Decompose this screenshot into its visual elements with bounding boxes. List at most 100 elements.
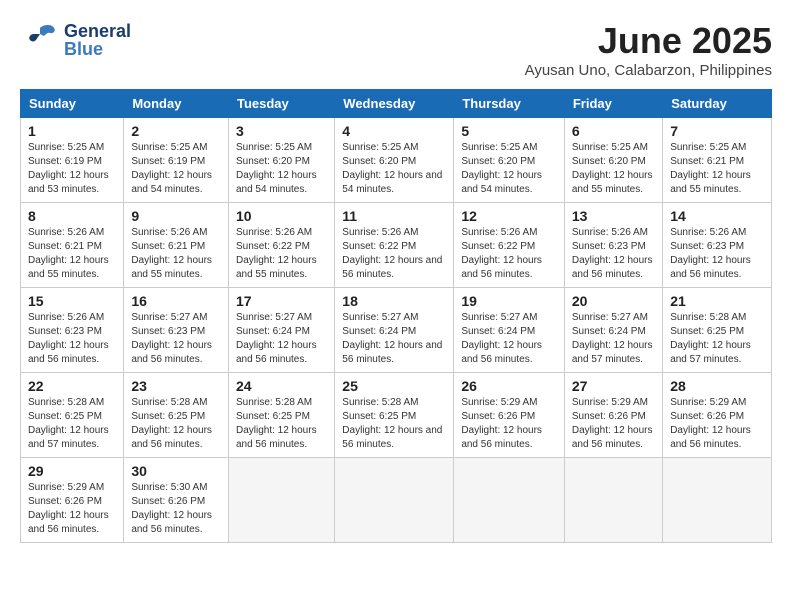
day-info: Sunrise: 5:26 AMSunset: 6:21 PMDaylight:… <box>131 227 212 280</box>
logo-icon <box>20 20 60 60</box>
table-row: 4 Sunrise: 5:25 AMSunset: 6:20 PMDayligh… <box>335 118 454 203</box>
day-info: Sunrise: 5:28 AMSunset: 6:25 PMDaylight:… <box>670 312 751 365</box>
day-number: 3 <box>236 123 327 139</box>
day-number: 27 <box>572 378 655 394</box>
table-row: 23 Sunrise: 5:28 AMSunset: 6:25 PMDaylig… <box>124 373 229 458</box>
month-title: June 2025 <box>525 20 772 62</box>
table-row: 28 Sunrise: 5:29 AMSunset: 6:26 PMDaylig… <box>663 373 772 458</box>
day-number: 30 <box>131 463 221 479</box>
day-info: Sunrise: 5:29 AMSunset: 6:26 PMDaylight:… <box>28 482 109 535</box>
day-number: 8 <box>28 208 116 224</box>
day-info: Sunrise: 5:25 AMSunset: 6:20 PMDaylight:… <box>236 142 317 195</box>
day-info: Sunrise: 5:27 AMSunset: 6:24 PMDaylight:… <box>236 312 317 365</box>
table-row: 7 Sunrise: 5:25 AMSunset: 6:21 PMDayligh… <box>663 118 772 203</box>
day-number: 14 <box>670 208 764 224</box>
day-number: 29 <box>28 463 116 479</box>
day-number: 17 <box>236 293 327 309</box>
day-info: Sunrise: 5:25 AMSunset: 6:21 PMDaylight:… <box>670 142 751 195</box>
table-row: 3 Sunrise: 5:25 AMSunset: 6:20 PMDayligh… <box>228 118 334 203</box>
calendar-week-row: 15 Sunrise: 5:26 AMSunset: 6:23 PMDaylig… <box>21 288 772 373</box>
table-row: 9 Sunrise: 5:26 AMSunset: 6:21 PMDayligh… <box>124 203 229 288</box>
day-info: Sunrise: 5:27 AMSunset: 6:24 PMDaylight:… <box>342 312 442 365</box>
day-number: 13 <box>572 208 655 224</box>
day-number: 7 <box>670 123 764 139</box>
day-number: 6 <box>572 123 655 139</box>
table-row: 18 Sunrise: 5:27 AMSunset: 6:24 PMDaylig… <box>335 288 454 373</box>
day-info: Sunrise: 5:26 AMSunset: 6:21 PMDaylight:… <box>28 227 109 280</box>
table-row: 10 Sunrise: 5:26 AMSunset: 6:22 PMDaylig… <box>228 203 334 288</box>
table-row <box>663 458 772 543</box>
day-number: 28 <box>670 378 764 394</box>
calendar-week-row: 1 Sunrise: 5:25 AMSunset: 6:19 PMDayligh… <box>21 118 772 203</box>
table-row: 25 Sunrise: 5:28 AMSunset: 6:25 PMDaylig… <box>335 373 454 458</box>
day-info: Sunrise: 5:26 AMSunset: 6:22 PMDaylight:… <box>236 227 317 280</box>
day-number: 23 <box>131 378 221 394</box>
table-row: 17 Sunrise: 5:27 AMSunset: 6:24 PMDaylig… <box>228 288 334 373</box>
day-number: 4 <box>342 123 446 139</box>
table-row: 16 Sunrise: 5:27 AMSunset: 6:23 PMDaylig… <box>124 288 229 373</box>
table-row: 5 Sunrise: 5:25 AMSunset: 6:20 PMDayligh… <box>454 118 565 203</box>
table-row: 15 Sunrise: 5:26 AMSunset: 6:23 PMDaylig… <box>21 288 124 373</box>
table-row: 8 Sunrise: 5:26 AMSunset: 6:21 PMDayligh… <box>21 203 124 288</box>
day-info: Sunrise: 5:25 AMSunset: 6:19 PMDaylight:… <box>28 142 109 195</box>
table-row: 13 Sunrise: 5:26 AMSunset: 6:23 PMDaylig… <box>564 203 662 288</box>
day-number: 5 <box>461 123 557 139</box>
day-number: 1 <box>28 123 116 139</box>
table-row: 24 Sunrise: 5:28 AMSunset: 6:25 PMDaylig… <box>228 373 334 458</box>
day-info: Sunrise: 5:27 AMSunset: 6:24 PMDaylight:… <box>461 312 542 365</box>
day-info: Sunrise: 5:25 AMSunset: 6:19 PMDaylight:… <box>131 142 212 195</box>
table-row: 26 Sunrise: 5:29 AMSunset: 6:26 PMDaylig… <box>454 373 565 458</box>
table-row <box>564 458 662 543</box>
day-number: 22 <box>28 378 116 394</box>
day-number: 2 <box>131 123 221 139</box>
table-row: 1 Sunrise: 5:25 AMSunset: 6:19 PMDayligh… <box>21 118 124 203</box>
table-row: 30 Sunrise: 5:30 AMSunset: 6:26 PMDaylig… <box>124 458 229 543</box>
day-info: Sunrise: 5:25 AMSunset: 6:20 PMDaylight:… <box>461 142 542 195</box>
day-number: 26 <box>461 378 557 394</box>
header-tuesday: Tuesday <box>228 90 334 118</box>
day-number: 25 <box>342 378 446 394</box>
table-row: 12 Sunrise: 5:26 AMSunset: 6:22 PMDaylig… <box>454 203 565 288</box>
calendar-week-row: 22 Sunrise: 5:28 AMSunset: 6:25 PMDaylig… <box>21 373 772 458</box>
calendar-header-row: Sunday Monday Tuesday Wednesday Thursday… <box>21 90 772 118</box>
calendar-week-row: 29 Sunrise: 5:29 AMSunset: 6:26 PMDaylig… <box>21 458 772 543</box>
day-info: Sunrise: 5:25 AMSunset: 6:20 PMDaylight:… <box>572 142 653 195</box>
day-info: Sunrise: 5:28 AMSunset: 6:25 PMDaylight:… <box>28 397 109 450</box>
day-number: 20 <box>572 293 655 309</box>
logo-blue-text: Blue <box>64 40 131 58</box>
day-number: 15 <box>28 293 116 309</box>
header-monday: Monday <box>124 90 229 118</box>
day-number: 11 <box>342 208 446 224</box>
day-info: Sunrise: 5:26 AMSunset: 6:22 PMDaylight:… <box>461 227 542 280</box>
calendar-week-row: 8 Sunrise: 5:26 AMSunset: 6:21 PMDayligh… <box>21 203 772 288</box>
day-number: 19 <box>461 293 557 309</box>
page-header: General Blue June 2025 Ayusan Uno, Calab… <box>20 20 772 79</box>
day-info: Sunrise: 5:29 AMSunset: 6:26 PMDaylight:… <box>461 397 542 450</box>
logo: General Blue <box>20 20 131 60</box>
day-number: 21 <box>670 293 764 309</box>
table-row: 19 Sunrise: 5:27 AMSunset: 6:24 PMDaylig… <box>454 288 565 373</box>
day-info: Sunrise: 5:30 AMSunset: 6:26 PMDaylight:… <box>131 482 212 535</box>
day-number: 9 <box>131 208 221 224</box>
header-thursday: Thursday <box>454 90 565 118</box>
table-row: 2 Sunrise: 5:25 AMSunset: 6:19 PMDayligh… <box>124 118 229 203</box>
day-number: 24 <box>236 378 327 394</box>
calendar-table: Sunday Monday Tuesday Wednesday Thursday… <box>20 89 772 543</box>
table-row: 14 Sunrise: 5:26 AMSunset: 6:23 PMDaylig… <box>663 203 772 288</box>
logo-labels: General Blue <box>64 22 131 58</box>
day-number: 18 <box>342 293 446 309</box>
day-info: Sunrise: 5:25 AMSunset: 6:20 PMDaylight:… <box>342 142 442 195</box>
day-info: Sunrise: 5:27 AMSunset: 6:23 PMDaylight:… <box>131 312 212 365</box>
day-number: 12 <box>461 208 557 224</box>
day-info: Sunrise: 5:28 AMSunset: 6:25 PMDaylight:… <box>131 397 212 450</box>
table-row: 22 Sunrise: 5:28 AMSunset: 6:25 PMDaylig… <box>21 373 124 458</box>
header-saturday: Saturday <box>663 90 772 118</box>
header-friday: Friday <box>564 90 662 118</box>
day-number: 10 <box>236 208 327 224</box>
logo-general-text: General <box>64 22 131 40</box>
location-text: Ayusan Uno, Calabarzon, Philippines <box>525 62 772 79</box>
title-area: June 2025 Ayusan Uno, Calabarzon, Philip… <box>525 20 772 79</box>
table-row: 6 Sunrise: 5:25 AMSunset: 6:20 PMDayligh… <box>564 118 662 203</box>
day-info: Sunrise: 5:29 AMSunset: 6:26 PMDaylight:… <box>572 397 653 450</box>
day-info: Sunrise: 5:27 AMSunset: 6:24 PMDaylight:… <box>572 312 653 365</box>
